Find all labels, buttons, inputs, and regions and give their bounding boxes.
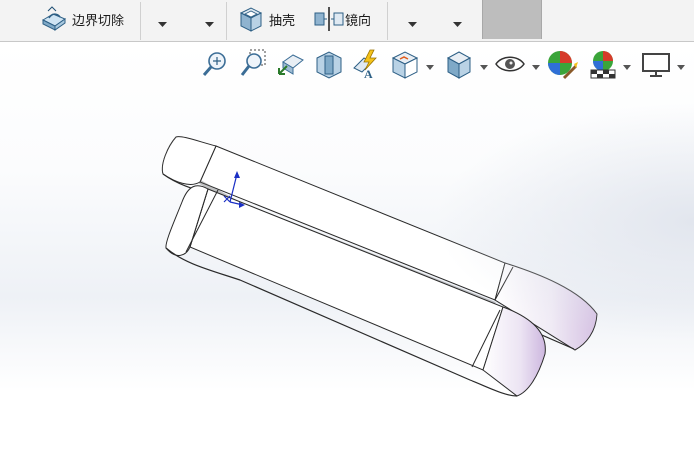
- boundary-cut-button[interactable]: 边界切除: [40, 4, 124, 34]
- dropdown-arrow-icon[interactable]: [408, 22, 417, 28]
- graphics-area[interactable]: A: [0, 42, 694, 467]
- boundary-cut-label: 边界切除: [72, 13, 125, 29]
- mirror-button[interactable]: 镜向: [313, 4, 371, 34]
- toolbar-placeholder-panel: [482, 0, 542, 39]
- toolbar-separator: [226, 2, 227, 40]
- dropdown-arrow-icon[interactable]: [205, 22, 214, 28]
- dropdown-arrow-icon[interactable]: [453, 22, 462, 28]
- dropdown-arrow-icon[interactable]: [158, 22, 167, 28]
- shell-icon: [237, 5, 265, 33]
- command-manager-toolbar: 边界切除 抽壳 镜向: [0, 0, 694, 42]
- boundary-cut-icon: [40, 5, 68, 33]
- mirror-icon: [313, 5, 344, 33]
- shell-label: 抽壳: [269, 13, 296, 29]
- toolbar-separator: [387, 2, 388, 40]
- shell-button[interactable]: 抽壳: [237, 4, 295, 34]
- mirror-label: 镜向: [345, 13, 372, 29]
- toolbar-separator: [140, 2, 141, 40]
- 3d-model[interactable]: [0, 42, 694, 467]
